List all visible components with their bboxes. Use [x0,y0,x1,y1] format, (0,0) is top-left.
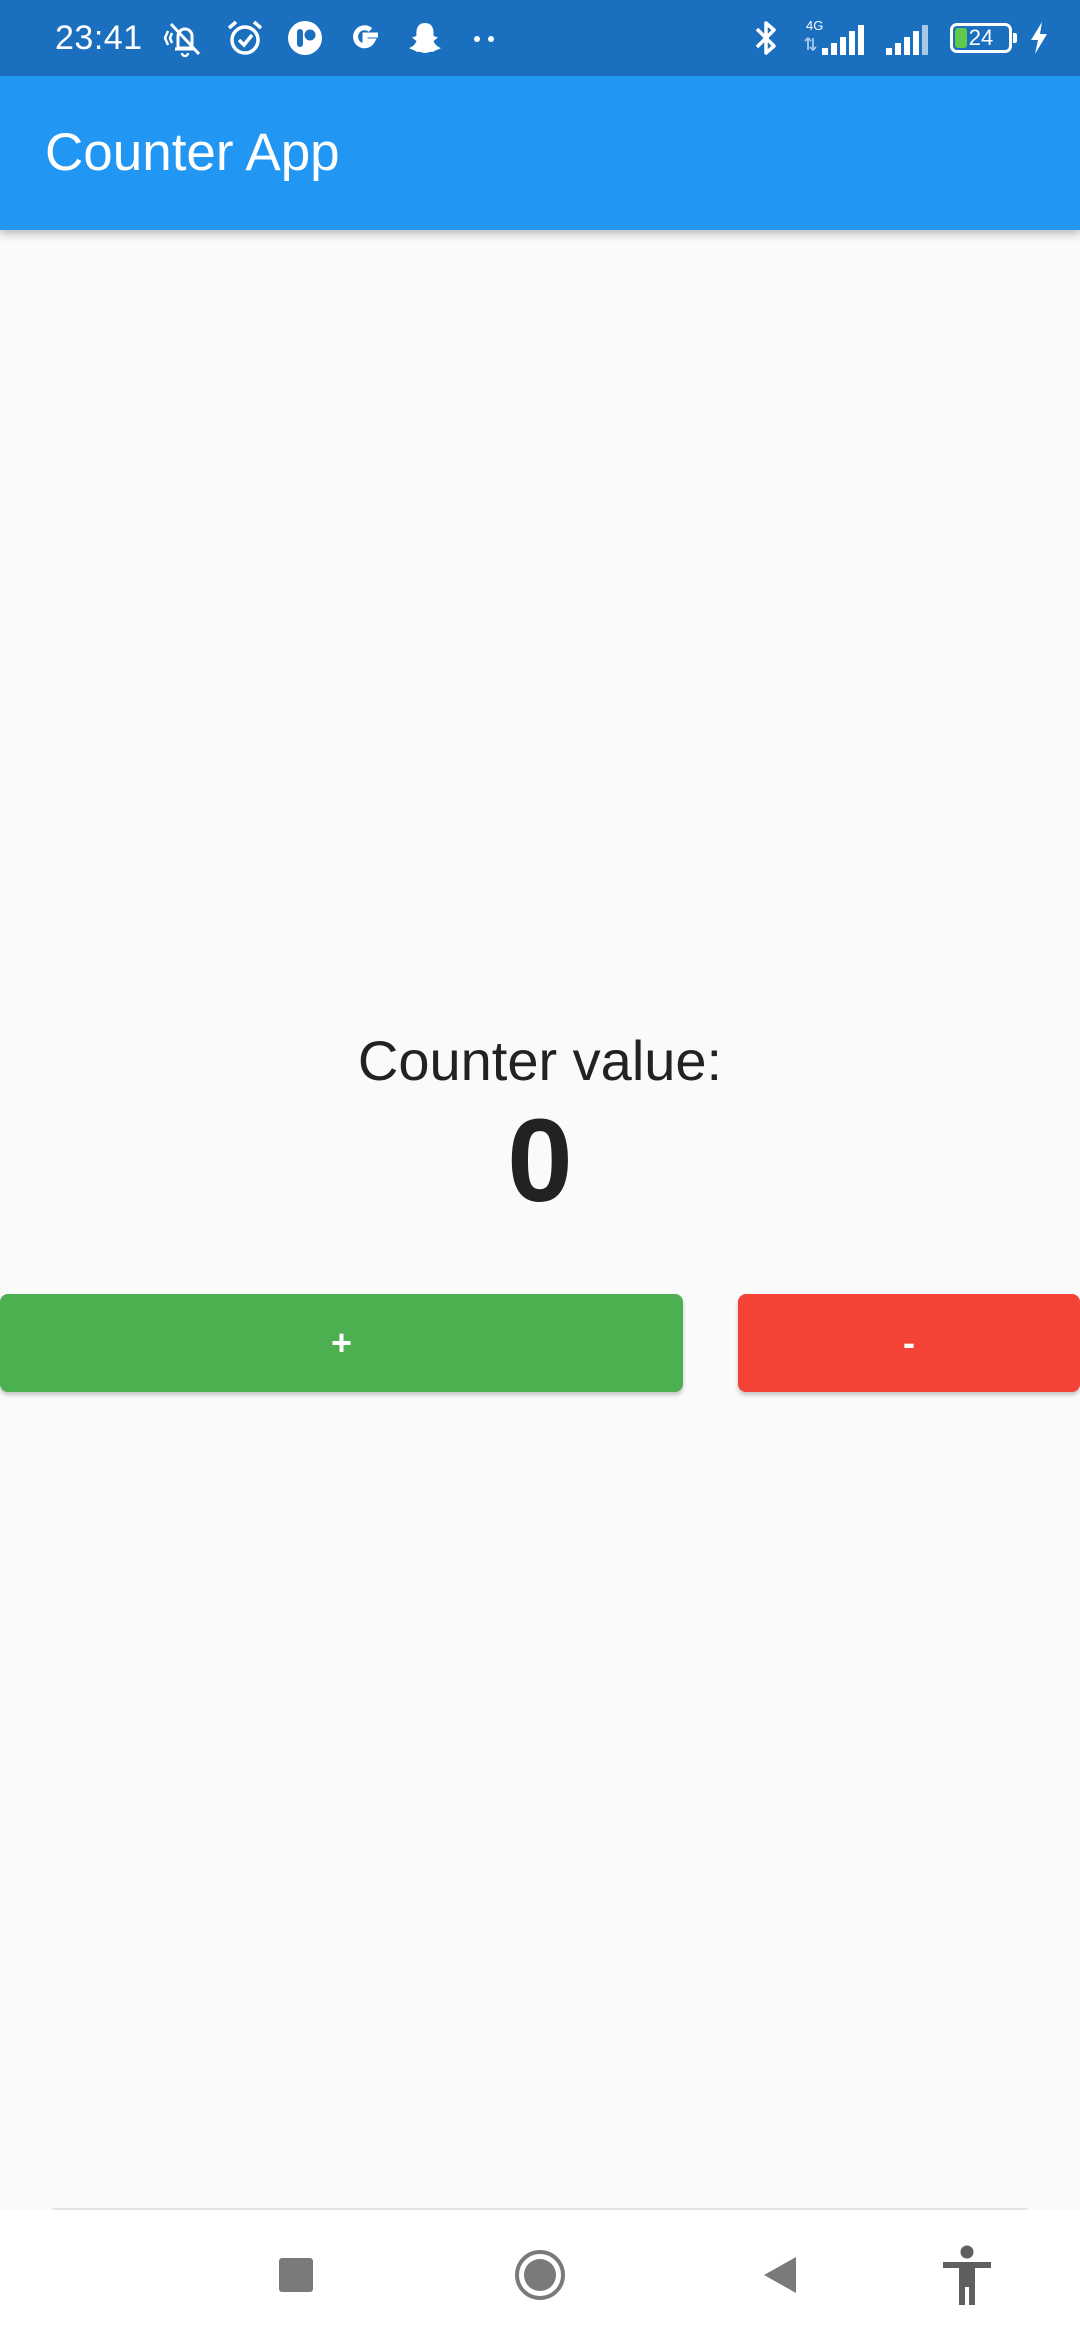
app-title: Counter App [45,123,340,182]
counter-label: Counter value: [357,1029,723,1092]
home-circle-icon [515,2250,565,2300]
app-notification-icon [283,16,327,60]
more-notifications-icon [463,16,507,60]
network-type-label: 4G [806,18,823,33]
recents-square-icon [279,2258,313,2292]
back-button[interactable] [725,2210,835,2340]
vibrate-off-icon [163,16,207,60]
status-bar-left: 23:41 [55,0,507,76]
battery-level-text: 24 [968,25,994,50]
battery-tip [1013,33,1017,43]
accessibility-button[interactable] [912,2210,1022,2340]
app-bar: Counter App [0,76,1080,230]
back-triangle-icon [764,2257,796,2293]
battery-icon: 24 [950,23,1017,53]
status-bar: 23:41 4G 24 [0,0,1080,76]
status-time: 23:41 [55,18,143,57]
navigation-bar [0,2210,1080,2340]
status-bar-right: 4G 24 [744,0,1052,76]
charging-icon [1026,16,1052,60]
screen: 23:41 4G 24 Counter App Counter value: 0… [0,0,1080,2340]
bluetooth-icon [744,16,788,60]
decrement-button[interactable]: - [738,1294,1080,1392]
accessibility-icon [943,2245,991,2305]
mobile-signal-4g-icon: 4G [802,16,868,60]
alarm-icon [223,16,267,60]
signal-icon [882,16,936,60]
counter-value: 0 [507,1095,573,1227]
snapchat-icon [403,16,447,60]
recents-button[interactable] [241,2210,351,2340]
increment-button[interactable]: + [0,1294,683,1392]
google-icon [343,16,387,60]
home-button[interactable] [485,2210,595,2340]
